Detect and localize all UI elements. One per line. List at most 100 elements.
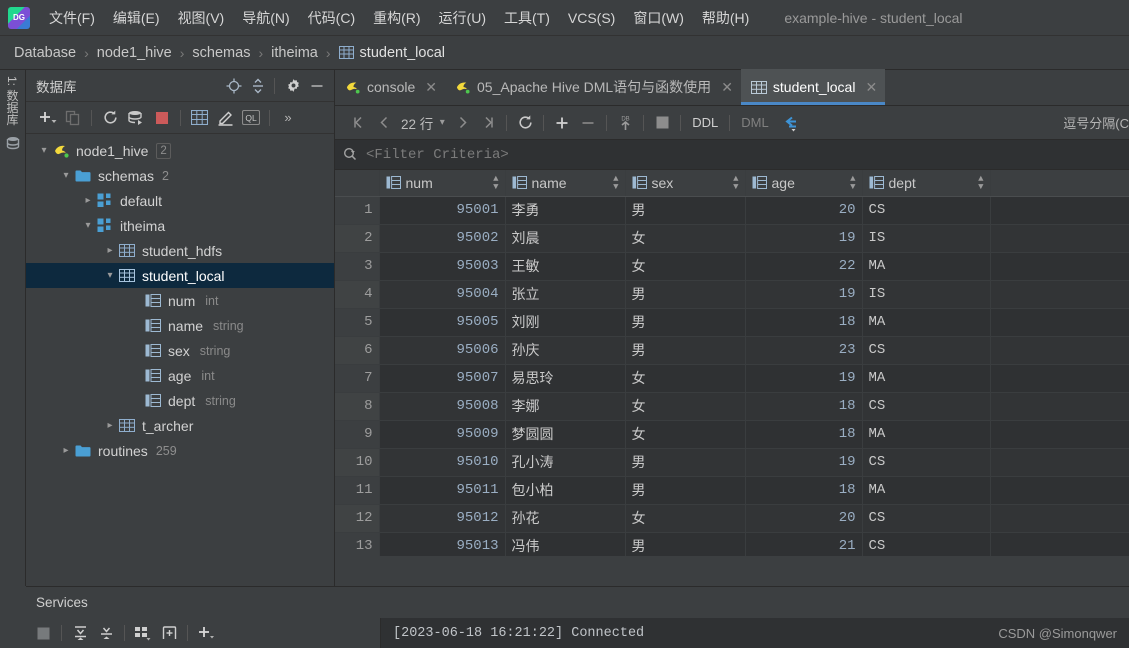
layout-icon[interactable] <box>130 622 156 644</box>
breadcrumb-item-schemas[interactable]: schemas <box>192 45 250 61</box>
cell-num[interactable]: 95008 <box>379 392 506 421</box>
cell-name[interactable]: 孙庆 <box>505 336 626 365</box>
sort-indicator-icon[interactable]: ▲ ▼ <box>733 174 738 191</box>
cell-age[interactable]: 19 <box>745 364 863 393</box>
column-header-name[interactable]: name ▲ ▼ <box>505 170 626 197</box>
tab-console[interactable]: console ✕ <box>335 69 445 105</box>
column-header-sex[interactable]: sex ▲ ▼ <box>625 170 746 197</box>
column-header-num[interactable]: num ▲ ▼ <box>379 170 506 197</box>
cell-num[interactable]: 95011 <box>379 476 506 505</box>
tree-node-column-num[interactable]: num int <box>26 288 334 313</box>
scroll-to-end-icon[interactable] <box>67 622 93 644</box>
add-icon[interactable] <box>193 622 219 644</box>
menu-item-tools[interactable]: 工具(T) <box>495 4 559 32</box>
cell-sex[interactable]: 男 <box>625 532 746 556</box>
tree-node-column-age[interactable]: age int <box>26 363 334 388</box>
cell-dept[interactable]: MA <box>862 308 991 337</box>
chevron-down-icon[interactable]: ▾ <box>80 218 96 234</box>
cell-sex[interactable]: 男 <box>625 196 746 225</box>
cell-name[interactable]: 刘刚 <box>505 308 626 337</box>
more-icon[interactable]: » <box>275 106 301 130</box>
result-grid[interactable]: num ▲ ▼ name ▲ ▼ sex ▲ ▼ age ▲ ▼ dept ▲ … <box>335 170 1129 556</box>
row-count-label[interactable]: 22 行 <box>397 113 435 133</box>
cell-dept[interactable]: CS <box>862 504 991 533</box>
cell-name[interactable]: 王敏 <box>505 252 626 281</box>
cell-sex[interactable]: 女 <box>625 252 746 281</box>
chevron-down-icon[interactable]: ▾ <box>435 111 449 135</box>
query-console-icon[interactable]: QL <box>238 106 264 130</box>
cell-sex[interactable]: 女 <box>625 392 746 421</box>
tree-node-itheima[interactable]: ▾ itheima <box>26 213 334 238</box>
tab-student_local[interactable]: student_local ✕ <box>740 69 886 105</box>
table-row[interactable]: 11 95011 包小柏 男 18 MA <box>335 476 1129 505</box>
cell-num[interactable]: 95009 <box>379 420 506 449</box>
cell-age[interactable]: 19 <box>745 448 863 477</box>
tab-hive-dml-notes[interactable]: 05_Apache Hive DML语句与函数使用 ✕ <box>445 69 741 105</box>
chevron-down-icon[interactable]: ▾ <box>102 268 118 284</box>
cell-num[interactable]: 95004 <box>379 280 506 309</box>
cell-num[interactable]: 95013 <box>379 532 506 556</box>
cell-sex[interactable]: 女 <box>625 504 746 533</box>
table-row[interactable]: 10 95010 孔小涛 男 19 CS <box>335 448 1129 477</box>
table-row[interactable]: 13 95013 冯伟 男 21 CS <box>335 532 1129 556</box>
menu-item-run[interactable]: 运行(U) <box>430 4 495 32</box>
menu-item-navigate[interactable]: 导航(N) <box>233 4 298 32</box>
close-icon[interactable]: ✕ <box>721 80 733 94</box>
last-page-icon[interactable] <box>475 111 501 135</box>
breadcrumb-item-table[interactable]: student_local <box>360 45 445 61</box>
cell-age[interactable]: 18 <box>745 392 863 421</box>
breadcrumb-item-connection[interactable]: node1_hive <box>97 45 172 61</box>
cell-num[interactable]: 95001 <box>379 196 506 225</box>
scroll-to-middle-icon[interactable] <box>93 622 119 644</box>
cell-dept[interactable]: CS <box>862 448 991 477</box>
cell-sex[interactable]: 女 <box>625 420 746 449</box>
settings-gear-icon[interactable] <box>282 75 304 97</box>
add-tab-icon[interactable] <box>156 622 182 644</box>
cell-sex[interactable]: 男 <box>625 280 746 309</box>
ddl-button[interactable]: DDL <box>686 115 724 130</box>
table-row[interactable]: 8 95008 李娜 女 18 CS <box>335 392 1129 421</box>
export-format-label[interactable]: 逗号分隔(C <box>1063 113 1129 132</box>
cell-sex[interactable]: 女 <box>625 364 746 393</box>
cell-age[interactable]: 23 <box>745 336 863 365</box>
stop-icon[interactable] <box>149 106 175 130</box>
cell-sex[interactable]: 男 <box>625 336 746 365</box>
stop-icon[interactable] <box>649 111 675 135</box>
menu-item-file[interactable]: 文件(F) <box>40 4 104 32</box>
column-header-age[interactable]: age ▲ ▼ <box>745 170 863 197</box>
table-editor-icon[interactable] <box>186 106 212 130</box>
table-row[interactable]: 4 95004 张立 男 19 IS <box>335 280 1129 309</box>
breadcrumb-item-database[interactable]: Database <box>14 45 76 61</box>
cell-dept[interactable]: MA <box>862 476 991 505</box>
stop-icon[interactable] <box>30 622 56 644</box>
collapse-all-icon[interactable] <box>247 75 269 97</box>
sort-indicator-icon[interactable]: ▲ ▼ <box>493 174 498 191</box>
cell-age[interactable]: 21 <box>745 532 863 556</box>
table-row[interactable]: 1 95001 李勇 男 20 CS <box>335 196 1129 225</box>
cell-age[interactable]: 19 <box>745 224 863 253</box>
locate-icon[interactable] <box>223 75 245 97</box>
database-tree[interactable]: ▾ node1_hive 2 ▾ schemas 2 ▸ default ▾ i… <box>26 134 334 586</box>
table-row[interactable]: 9 95009 梦圆圆 女 18 MA <box>335 420 1129 449</box>
prev-page-icon[interactable] <box>371 111 397 135</box>
cell-dept[interactable]: MA <box>862 252 991 281</box>
sort-indicator-icon[interactable]: ▲ ▼ <box>978 174 983 191</box>
cell-num[interactable]: 95006 <box>379 336 506 365</box>
tree-node-student_local[interactable]: ▾ student_local <box>26 263 334 288</box>
menu-item-view[interactable]: 视图(V) <box>169 4 234 32</box>
menu-item-code[interactable]: 代码(C) <box>299 4 364 32</box>
chevron-down-icon[interactable]: ▾ <box>58 168 74 184</box>
filter-bar[interactable]: <Filter Criteria> <box>335 140 1129 170</box>
cell-num[interactable]: 95002 <box>379 224 506 253</box>
table-row[interactable]: 5 95005 刘刚 男 18 MA <box>335 308 1129 337</box>
hide-panel-icon[interactable] <box>306 75 328 97</box>
chevron-right-icon[interactable]: ▸ <box>80 193 96 209</box>
services-tool-window[interactable]: Services <box>26 586 1129 618</box>
menu-item-refactor[interactable]: 重构(R) <box>364 4 429 32</box>
remove-row-icon[interactable] <box>575 111 601 135</box>
cell-dept[interactable]: CS <box>862 392 991 421</box>
edit-icon[interactable] <box>212 106 238 130</box>
tree-node-node1_hive[interactable]: ▾ node1_hive 2 <box>26 138 334 163</box>
cell-num[interactable]: 95010 <box>379 448 506 477</box>
cell-num[interactable]: 95012 <box>379 504 506 533</box>
